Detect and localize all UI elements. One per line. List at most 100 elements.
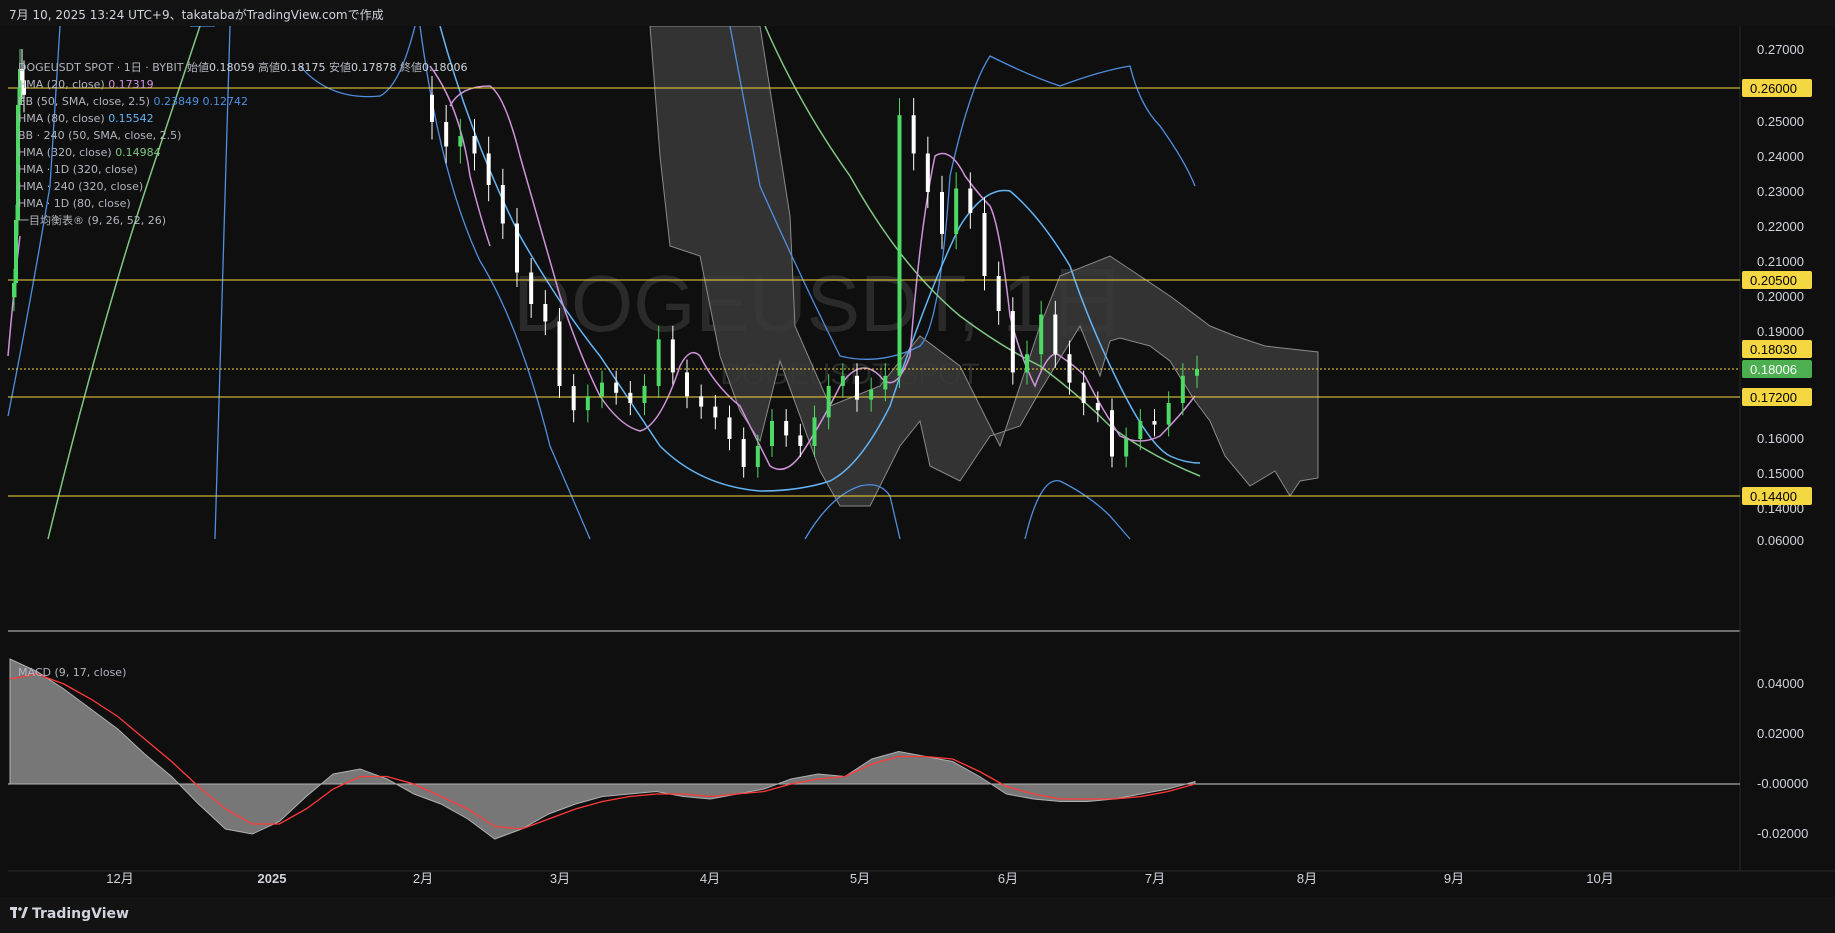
legend-indicator-label: HMA · 240 (320, close) [18, 180, 144, 193]
legend-symbol-row: DOGEUSDT SPOT · 1日 · BYBIT 始値0.18059 高値0… [18, 59, 467, 76]
snapshot-caption: 7月 10, 2025 13:24 UTC+9、takatabaがTrading… [9, 8, 384, 22]
candle-body [1195, 369, 1199, 376]
price-tick-label: 0.15000 [1757, 466, 1804, 481]
watermark-main: DOGEUSDT, 1日 [513, 259, 1126, 348]
time-tick-label: 3月 [550, 871, 570, 886]
legend-indicator-row: HMA · 240 (320, close) [18, 178, 467, 195]
candle-body [897, 115, 902, 376]
candle-body [642, 386, 647, 403]
candle-body [770, 421, 774, 446]
level-price-text: 0.18030 [1750, 342, 1797, 357]
candle-body [855, 375, 859, 400]
candle-body [543, 304, 548, 322]
candle-body [1053, 314, 1058, 355]
candle-body [755, 446, 760, 467]
legend-indicator-label: HMA (80, close) [18, 112, 109, 125]
candle-body [1095, 403, 1100, 411]
candle-body [925, 153, 930, 192]
candle-body [1166, 403, 1171, 425]
candle-body [869, 389, 874, 400]
time-tick-label: 12月 [106, 871, 133, 886]
legend-indicator-row: 一目均衡表® (9, 26, 52, 26) [18, 212, 467, 229]
top-bar: 7月 10, 2025 13:24 UTC+9、takatabaがTrading… [0, 0, 1835, 26]
legend-indicator-label: BB · 240 (50, SMA, close, 2.5) [18, 129, 182, 142]
legend-indicator-row: HMA · 1D (80, close) [18, 195, 467, 212]
candle-body [472, 136, 477, 154]
legend-ohlc-item: 安値0.17878 [325, 61, 397, 74]
candle-body [515, 223, 519, 273]
legend-indicator-label: BB (50, SMA, close, 2.5) [18, 95, 154, 108]
legend-indicator-row: HMA · 1D (320, close) [18, 161, 467, 178]
candle-body [968, 188, 973, 213]
level-price-text: 0.26000 [1750, 81, 1797, 96]
footer-bar: TradingView [0, 897, 1835, 933]
price-tick-label: 0.16000 [1757, 431, 1804, 446]
candle-body [798, 435, 803, 446]
chart-area[interactable]: DOGEUSDT, 1日 DOGEUSDT SPOT 0.27000 0.2500… [0, 25, 1835, 897]
price-tick-label: 0.19000 [1757, 324, 1804, 339]
candle-body [727, 417, 732, 439]
candle-body [940, 192, 944, 234]
candle-body [1124, 439, 1129, 457]
candle-body [741, 439, 746, 467]
legend-indicator-value: 0.14984 [115, 146, 161, 159]
time-tick-label: 10月 [1586, 871, 1613, 886]
legend-indicator-row: HMA (320, close) 0.14984 [18, 144, 467, 161]
candle-body [1010, 311, 1015, 373]
legend-indicator-label: HMA · 1D (80, close) [18, 197, 131, 210]
candle-body [982, 213, 987, 276]
candle-body [600, 382, 604, 397]
legend-indicator-label: 一目均衡表® (9, 26, 52, 26) [18, 214, 167, 227]
candle-body [500, 185, 505, 224]
candle-body [1025, 354, 1029, 373]
candle-body [1138, 421, 1143, 439]
candle-body [883, 375, 888, 390]
candle-body [670, 339, 675, 373]
legend-indicator-value: 0.23849 [153, 95, 199, 108]
price-tick-label: 0.27000 [1757, 42, 1804, 57]
chart-legend: DOGEUSDT SPOT · 1日 · BYBIT 始値0.18059 高値0… [18, 59, 467, 229]
candle-body [1067, 354, 1072, 383]
time-tick-label: 8月 [1297, 871, 1317, 886]
candle-body [1110, 410, 1114, 457]
time-tick-label: 5月 [850, 871, 870, 886]
macd-tick-label: -0.00000 [1757, 776, 1808, 791]
legend-indicator-row: HMA (80, close) 0.15542 [18, 110, 467, 127]
price-tick-label: 0.20000 [1757, 289, 1804, 304]
candle-body [557, 321, 562, 386]
macd-tick-label: -0.02000 [1757, 826, 1808, 841]
macd-tick-label: 0.04000 [1757, 676, 1804, 691]
candle-body [486, 153, 491, 185]
candle-body [12, 283, 16, 298]
last-price-text: 0.18006 [1750, 362, 1797, 377]
legend-indicator-value: 0.17319 [108, 78, 154, 91]
candle-body [1152, 421, 1157, 425]
brand-name: TradingView [32, 906, 129, 922]
legend-indicator-value: 0.15542 [108, 112, 154, 125]
macd-legend: MACD (9, 17, close) [18, 666, 127, 679]
candle-body [954, 188, 959, 234]
legend-indicator-row: BB · 240 (50, SMA, close, 2.5) [18, 127, 467, 144]
candle-body [614, 382, 619, 393]
legend-ohlc: 始値0.18059 高値0.18175 安値0.17878 終値0.18006 [187, 61, 468, 74]
price-axis[interactable]: 0.27000 0.25000 0.24000 0.23000 0.22000 0.210… [1757, 42, 1804, 548]
candle-body [585, 396, 590, 411]
candle-body [529, 272, 534, 304]
legend-indicator-label: HMA (320, close) [18, 146, 116, 159]
level-price-text: 0.20500 [1750, 273, 1797, 288]
level-price-text: 0.14400 [1750, 489, 1797, 504]
candle-body [571, 386, 576, 411]
time-tick-label: 2月 [413, 871, 433, 886]
macd-tick-label: 0.02000 [1757, 726, 1804, 741]
legend-ohlc-item: 始値0.18059 [186, 61, 255, 74]
candle-body [1180, 375, 1185, 403]
time-tick-label: 2025 [258, 871, 287, 886]
time-tick-label: 9月 [1444, 871, 1464, 886]
candle-body [699, 396, 704, 407]
candle-body [14, 220, 18, 283]
time-tick-label: 6月 [998, 871, 1018, 886]
legend-symbol: DOGEUSDT SPOT · 1日 · BYBIT [18, 61, 184, 74]
tradingview-logo-icon [10, 907, 28, 918]
candle-body [656, 339, 661, 386]
legend-ohlc-item: 終値0.18006 [396, 61, 468, 74]
